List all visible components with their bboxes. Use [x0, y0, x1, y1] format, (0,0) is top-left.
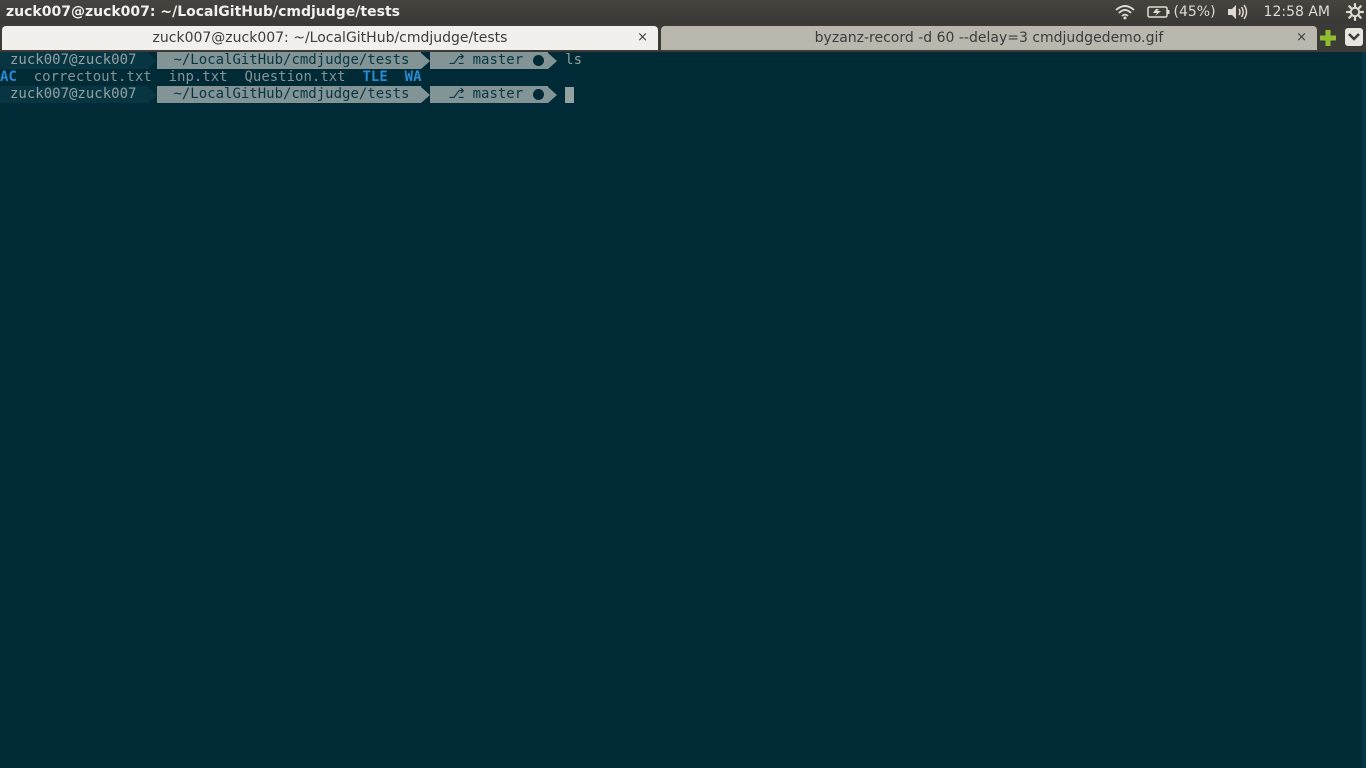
ls-output-line: AC correctout.txt inp.txt Question.txt T… [0, 69, 422, 86]
wifi-icon[interactable] [1109, 0, 1141, 24]
powerline-separator [548, 86, 558, 103]
terminal-scrollbar[interactable] [1362, 52, 1366, 768]
prompt-line: zuck007@zuck007 ~/LocalGitHub/cmdjudge/t… [0, 86, 575, 103]
battery-percentage: (45%) [1173, 4, 1216, 20]
close-tab-icon[interactable]: × [1296, 30, 1307, 46]
ls-entry-dir: TLE [362, 69, 388, 85]
powerline-separator [421, 86, 431, 103]
ls-entry-dir: WA [404, 69, 422, 85]
ls-entry-file: correctout.txt [33, 69, 152, 85]
git-status-dot [533, 55, 545, 66]
tab-bar: zuck007@zuck007: ~/LocalGitHub/cmdjudge/… [0, 24, 1366, 52]
prompt-user: zuck007@zuck007 [0, 86, 149, 103]
tab-label: zuck007@zuck007: ~/LocalGitHub/cmdjudge/… [152, 30, 508, 46]
new-tab-button[interactable] [1319, 29, 1337, 47]
prompt-branch: master [472, 52, 524, 68]
close-tab-icon[interactable]: × [637, 30, 648, 46]
git-status-dot [533, 89, 545, 100]
terminal-view[interactable]: zuck007@zuck007 ~/LocalGitHub/cmdjudge/t… [0, 52, 1366, 768]
battery-indicator[interactable]: (45%) [1141, 0, 1220, 24]
powerline-separator [548, 52, 558, 69]
ls-entry-file: inp.txt [168, 69, 228, 85]
text-cursor [565, 86, 575, 103]
prompt-git-segment: ⎇ master [430, 86, 549, 103]
command-text: ls [565, 52, 583, 68]
tab-menu-button[interactable] [1345, 28, 1363, 46]
prompt-branch: master [472, 86, 524, 102]
prompt-directory: ~/LocalGitHub/cmdjudge/tests [157, 86, 422, 103]
ls-entry-dir: AC [0, 69, 17, 85]
prompt-line: zuck007@zuck007 ~/LocalGitHub/cmdjudge/t… [0, 52, 582, 69]
branch-icon: ⎇ [448, 86, 465, 102]
indicator-area: (45%) 12:58 AM [1109, 0, 1366, 24]
top-panel: zuck007@zuck007: ~/LocalGitHub/cmdjudge/… [0, 0, 1366, 24]
chevron-down-icon [1348, 33, 1360, 41]
gear-icon[interactable] [1340, 0, 1366, 24]
powerline-separator [148, 86, 158, 103]
tab-label: byzanz-record -d 60 --delay=3 cmdjudgede… [814, 30, 1164, 46]
plus-icon [1320, 30, 1336, 46]
prompt-git-segment: ⎇ master [430, 52, 549, 69]
volume-icon[interactable] [1220, 0, 1254, 24]
prompt-directory: ~/LocalGitHub/cmdjudge/tests [157, 52, 422, 69]
tab-terminal-tests[interactable]: zuck007@zuck007: ~/LocalGitHub/cmdjudge/… [2, 26, 658, 50]
window-title: zuck007@zuck007: ~/LocalGitHub/cmdjudge/… [6, 4, 400, 20]
ls-entry-file: Question.txt [244, 69, 346, 85]
clock[interactable]: 12:58 AM [1254, 0, 1340, 24]
powerline-separator [421, 52, 431, 69]
prompt-user: zuck007@zuck007 [0, 52, 149, 69]
tab-byzanz-record[interactable]: byzanz-record -d 60 --delay=3 cmdjudgede… [661, 26, 1317, 50]
powerline-separator [148, 52, 158, 69]
branch-icon: ⎇ [448, 52, 465, 68]
battery-icon [1146, 5, 1171, 19]
